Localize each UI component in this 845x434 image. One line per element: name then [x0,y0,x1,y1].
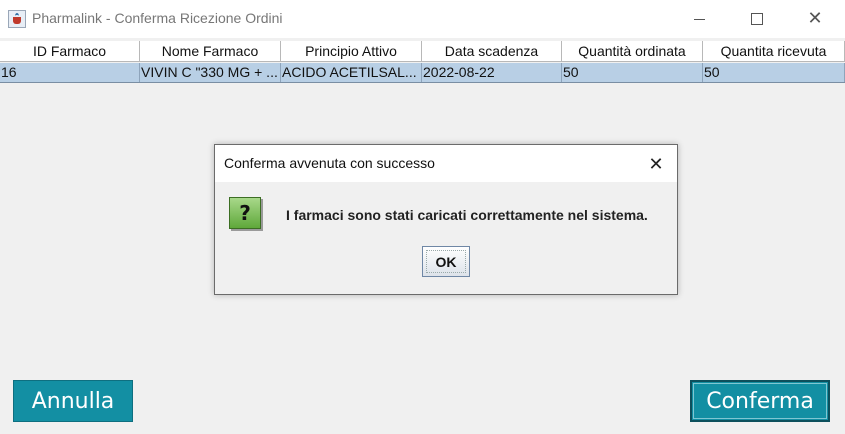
cell-quantita-ordinata[interactable]: 50 [562,63,703,82]
minimize-button[interactable] [673,0,725,38]
window-title: Pharmalink - Conferma Ricezione Ordini [32,10,283,26]
cancel-button[interactable]: Annulla [13,380,133,422]
dialog-message: I farmaci sono stati caricati correttame… [286,207,648,223]
minimize-icon [693,18,705,20]
column-header-quantita-ricevuta[interactable]: Quantita ricevuta [703,41,845,62]
column-header-data-scadenza[interactable]: Data scadenza [422,41,562,62]
ok-button[interactable]: OK [422,246,470,277]
column-header-principio-attivo[interactable]: Principio Attivo [281,41,422,62]
question-icon: ? [229,197,261,229]
cell-nome-farmaco[interactable]: VIVIN C "330 MG + ... [140,63,281,82]
maximize-icon [751,13,763,25]
column-header-quantita-ordinata[interactable]: Quantità ordinata [562,41,703,62]
cell-data-scadenza[interactable]: 2022-08-22 [422,63,562,82]
window-titlebar: Pharmalink - Conferma Ricezione Ordini ✕ [0,0,845,38]
orders-table: ID Farmaco Nome Farmaco Principio Attivo… [0,41,845,83]
cell-quantita-ricevuta[interactable]: 50 [703,63,845,82]
column-header-id-farmaco[interactable]: ID Farmaco [0,41,140,62]
close-button[interactable]: ✕ [789,0,841,38]
java-app-icon [8,10,26,28]
table-header: ID Farmaco Nome Farmaco Principio Attivo… [0,41,845,63]
table-row[interactable]: 16 VIVIN C "330 MG + ... ACIDO ACETILSAL… [0,63,845,83]
cell-principio-attivo[interactable]: ACIDO ACETILSAL... [281,63,422,82]
close-icon: ✕ [648,153,664,175]
dialog-title: Conferma avvenuta con successo [224,155,435,171]
dialog-titlebar: Conferma avvenuta con successo ✕ [215,145,677,182]
cell-id-farmaco[interactable]: 16 [0,63,140,82]
maximize-button[interactable] [731,0,783,38]
confirm-button[interactable]: Conferma [690,380,830,422]
close-icon: ✕ [807,8,823,29]
confirmation-dialog: Conferma avvenuta con successo ✕ ? I far… [214,144,678,295]
column-header-nome-farmaco[interactable]: Nome Farmaco [140,41,281,62]
dialog-close-button[interactable]: ✕ [643,151,669,177]
